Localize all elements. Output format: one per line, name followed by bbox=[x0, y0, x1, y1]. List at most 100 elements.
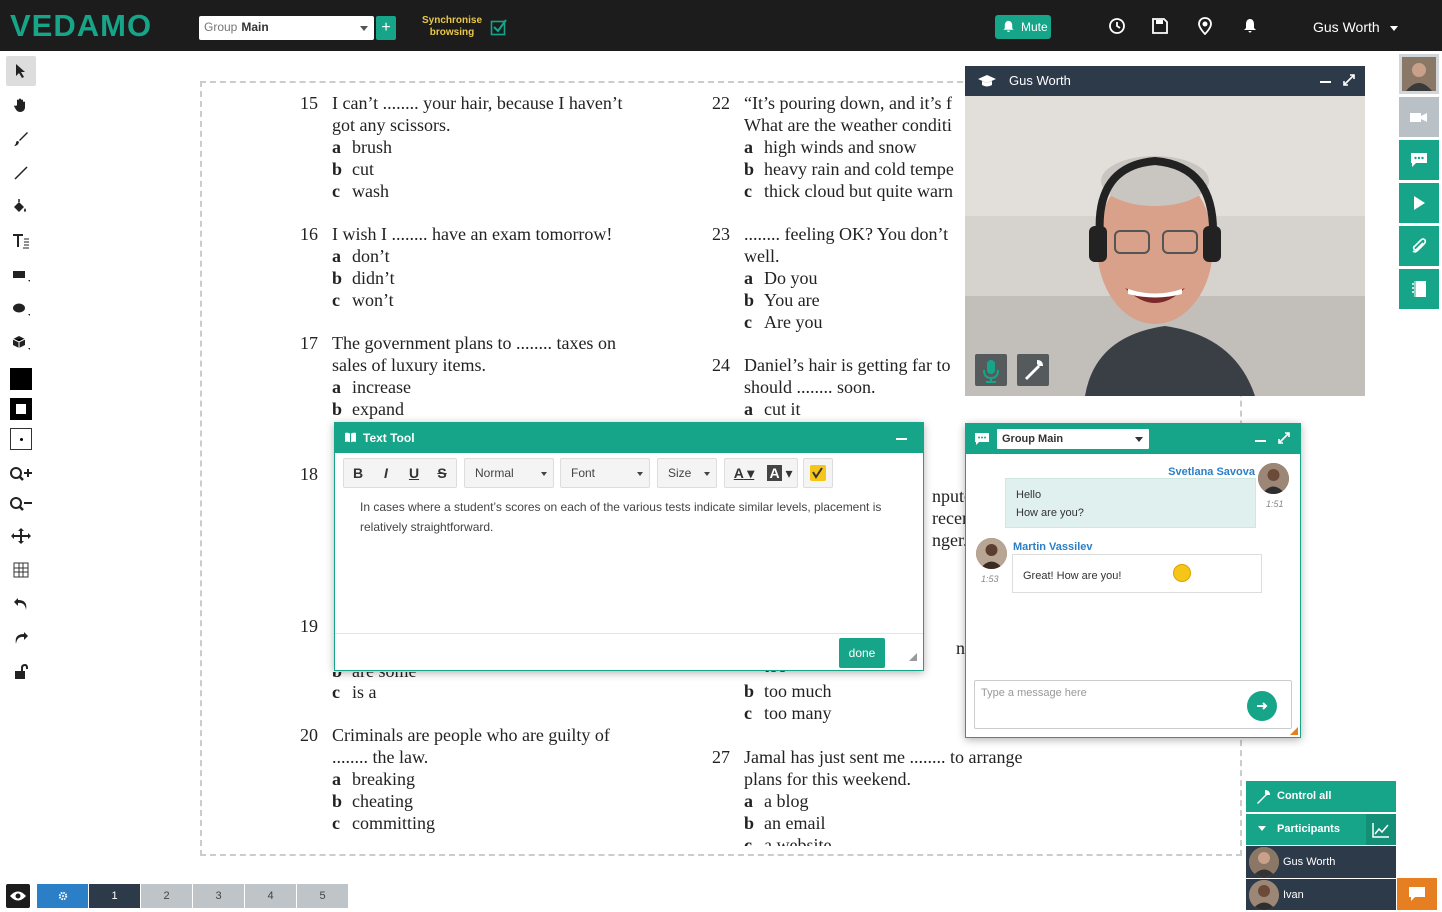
question-body: c is a bbox=[332, 681, 662, 703]
resize-handle-icon[interactable] bbox=[909, 653, 917, 661]
minimize-icon[interactable] bbox=[896, 438, 907, 440]
participant-row[interactable]: Ivan bbox=[1246, 879, 1396, 910]
text-tool[interactable] bbox=[6, 226, 36, 256]
control-all-participants-button[interactable]: Control all participants bbox=[1246, 781, 1396, 833]
video-camera-icon bbox=[1410, 113, 1427, 122]
brush-icon bbox=[14, 132, 28, 146]
expand-icon[interactable] bbox=[1278, 432, 1290, 444]
formatting-toolbar: B I U S Normal Font Size A ▾ A ▾ bbox=[343, 458, 919, 488]
group-select[interactable]: Group Main bbox=[199, 16, 374, 40]
my-avatar-button[interactable] bbox=[1399, 54, 1439, 94]
strikethrough-button[interactable]: S bbox=[428, 459, 456, 487]
math-button[interactable] bbox=[803, 458, 833, 488]
paragraph-style-select[interactable]: Normal bbox=[464, 458, 554, 488]
question-number: 18 bbox=[300, 464, 318, 484]
brush-tool[interactable] bbox=[6, 124, 36, 154]
microphone-button[interactable] bbox=[975, 354, 1007, 386]
zoom-in-tool[interactable] bbox=[6, 460, 36, 490]
font-size-select[interactable]: Size bbox=[657, 458, 717, 488]
underline-button[interactable]: U bbox=[400, 459, 428, 487]
clock-icon[interactable] bbox=[1108, 17, 1126, 35]
bell-icon[interactable] bbox=[1241, 17, 1259, 35]
open-chat-button[interactable] bbox=[1397, 878, 1437, 910]
chevron-down-icon[interactable] bbox=[1390, 26, 1398, 31]
point-size-selector[interactable] bbox=[6, 424, 36, 454]
point-size-icon bbox=[10, 428, 32, 450]
send-message-button[interactable] bbox=[1247, 691, 1277, 721]
chat-message-input[interactable]: Type a message here bbox=[974, 680, 1292, 729]
font-color-button[interactable]: A ▾ bbox=[727, 459, 761, 487]
checkbox-checked-icon[interactable] bbox=[490, 18, 508, 36]
lock-button[interactable] bbox=[6, 657, 36, 687]
user-name[interactable]: Gus Worth bbox=[1313, 19, 1380, 35]
save-icon[interactable] bbox=[1151, 17, 1169, 35]
minimize-icon[interactable] bbox=[1320, 81, 1331, 83]
fill-tool[interactable] bbox=[6, 192, 36, 222]
video-toggle-button[interactable] bbox=[1399, 97, 1439, 137]
media-player-button[interactable] bbox=[1399, 183, 1439, 223]
smiley-emoji-icon bbox=[1173, 564, 1191, 582]
done-button[interactable]: done bbox=[839, 638, 885, 668]
grid-tool[interactable] bbox=[6, 555, 36, 585]
video-settings-button[interactable] bbox=[1017, 354, 1049, 386]
participant-row[interactable]: Gus Worth bbox=[1246, 846, 1396, 878]
record-location-icon[interactable] bbox=[1196, 17, 1214, 35]
resize-handle-icon[interactable] bbox=[1290, 727, 1298, 735]
font-value: Font bbox=[571, 466, 596, 480]
color-buttons: A ▾ A ▾ bbox=[724, 458, 798, 488]
option-b: b an email bbox=[744, 813, 826, 833]
italic-button[interactable]: I bbox=[372, 459, 400, 487]
minimize-icon[interactable] bbox=[1255, 440, 1266, 442]
shape-3d-tool[interactable] bbox=[6, 328, 36, 358]
font-size-value: Size bbox=[668, 466, 692, 480]
page-tab-3[interactable]: 3 bbox=[193, 884, 244, 908]
option-a: a breaking bbox=[332, 769, 415, 789]
video-header[interactable]: Gus Worth bbox=[965, 66, 1365, 96]
synchronise-browsing-label[interactable]: Synchronise browsing bbox=[420, 15, 484, 39]
chat-group-select[interactable]: Group Main bbox=[997, 429, 1149, 449]
add-group-button[interactable]: + bbox=[376, 16, 396, 40]
page-settings-button[interactable] bbox=[37, 884, 88, 908]
chat-message-bubble: Great! How are you! bbox=[1012, 554, 1262, 593]
background-color-button[interactable]: A ▾ bbox=[763, 459, 797, 487]
view-toggle-button[interactable] bbox=[6, 884, 30, 908]
wrench-icon bbox=[1025, 360, 1043, 380]
bold-button[interactable]: B bbox=[344, 459, 372, 487]
rectangle-tool[interactable] bbox=[6, 260, 36, 290]
move-tool[interactable] bbox=[6, 521, 36, 551]
mute-button[interactable]: Mute bbox=[995, 15, 1051, 39]
chat-header[interactable]: Group Main bbox=[966, 424, 1300, 454]
zoom-out-tool[interactable] bbox=[6, 490, 36, 520]
ellipse-tool[interactable] bbox=[6, 294, 36, 324]
hand-tool[interactable] bbox=[6, 90, 36, 120]
undo-button[interactable] bbox=[6, 589, 36, 619]
notebook-button[interactable] bbox=[1399, 269, 1439, 309]
option-b: b expand bbox=[332, 399, 404, 419]
text-editor-content[interactable]: In cases where a student’s scores on eac… bbox=[360, 497, 890, 537]
attachments-button[interactable] bbox=[1399, 226, 1439, 266]
chat-panel-button[interactable] bbox=[1399, 140, 1439, 180]
arrow-right-icon bbox=[1257, 702, 1268, 710]
page-tab-4[interactable]: 4 bbox=[245, 884, 296, 908]
page-tab-1[interactable]: 1 bbox=[89, 884, 140, 908]
pointer-tool[interactable] bbox=[6, 56, 36, 86]
video-panel[interactable]: Gus Worth bbox=[965, 66, 1365, 396]
grid-icon bbox=[13, 562, 29, 578]
redo-button[interactable] bbox=[6, 623, 36, 653]
question-number: 23 bbox=[712, 224, 730, 244]
text-tool-dialog[interactable]: Text Tool B I U S Normal Font Size A ▾ A… bbox=[334, 422, 924, 671]
participants-toggle[interactable]: Participants bbox=[1246, 814, 1396, 845]
stroke-color-swatch[interactable] bbox=[6, 394, 36, 424]
statistics-button[interactable] bbox=[1366, 814, 1396, 845]
mute-label: Mute bbox=[1021, 20, 1048, 34]
font-select[interactable]: Font bbox=[560, 458, 650, 488]
page-tab-5[interactable]: 5 bbox=[297, 884, 348, 908]
chat-panel[interactable]: Group Main Svetlana Savova 1:51 Hello Ho… bbox=[965, 423, 1301, 738]
text-tool-header[interactable]: Text Tool bbox=[335, 423, 923, 453]
option-c: c committing bbox=[332, 813, 435, 833]
fill-color-swatch[interactable] bbox=[6, 364, 36, 394]
line-tool[interactable] bbox=[6, 158, 36, 188]
expand-icon[interactable] bbox=[1343, 74, 1355, 86]
page-tab-2[interactable]: 2 bbox=[141, 884, 192, 908]
avatar bbox=[976, 538, 1007, 569]
